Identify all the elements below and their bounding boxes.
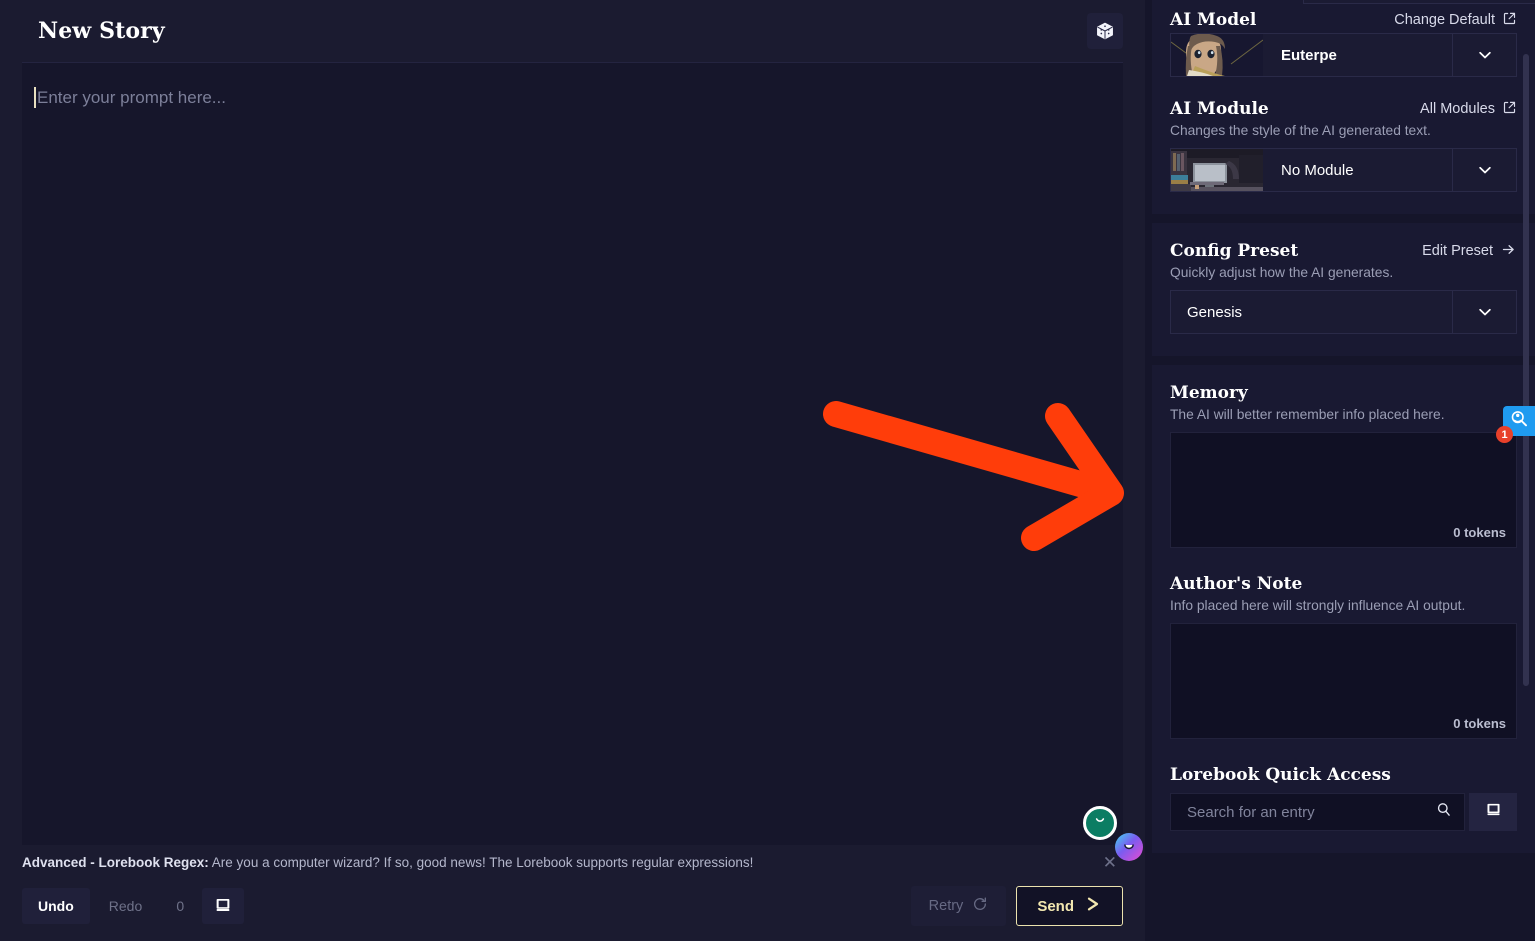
sidebar-scrollbar-thumb[interactable] [1523, 54, 1529, 686]
change-default-link[interactable]: Change Default [1394, 11, 1517, 30]
dice-button[interactable] [1087, 13, 1123, 49]
lorebook-search-placeholder: Search for an entry [1187, 803, 1315, 821]
page-title: New Story [38, 18, 165, 44]
external-link-icon [1502, 100, 1517, 119]
chevron-down-icon[interactable] [1452, 291, 1516, 333]
config-preset-header: Config Preset Edit Preset [1170, 241, 1517, 261]
dice-icon [1095, 21, 1115, 41]
ai-model-header: AI Model Change Default [1170, 10, 1517, 30]
search-icon[interactable] [1435, 801, 1452, 823]
chevron-down-icon[interactable] [1452, 34, 1516, 76]
book-icon [214, 896, 232, 917]
redo-button[interactable]: Redo [93, 888, 158, 924]
refresh-icon [972, 896, 988, 916]
config-preset-select[interactable]: Genesis [1170, 290, 1517, 334]
ai-model-title: AI Model [1170, 10, 1257, 30]
lorebook-search-input[interactable]: Search for an entry [1170, 793, 1465, 831]
tip-body: Are you a computer wizard? If so, good n… [208, 854, 754, 870]
all-modules-label: All Modules [1420, 101, 1495, 117]
editor-toolbar: Undo Redo 0 Retry Send [0, 879, 1145, 941]
ai-model-select[interactable]: Euterpe [1170, 33, 1517, 77]
model-panel: AI Model Change Default Euterpe AI Modul… [1152, 0, 1535, 214]
memory-title: Memory [1170, 383, 1248, 403]
authors-note-description: Info placed here will strongly influence… [1170, 598, 1466, 613]
lorebook-add-button[interactable] [1469, 793, 1517, 831]
send-arrow-icon [1084, 896, 1102, 916]
book-icon [1485, 801, 1502, 823]
memory-description: The AI will better remember info placed … [1170, 407, 1445, 422]
step-count: 0 [176, 898, 185, 914]
context-panel: Memory The AI will better remember info … [1152, 365, 1535, 853]
editor-header: New Story [0, 0, 1145, 62]
ai-module-title: AI Module [1170, 99, 1269, 119]
panel-divider [1152, 356, 1535, 365]
config-preset-panel: Config Preset Edit Preset Quickly adjust… [1152, 223, 1535, 356]
novelai-app: New Story Enter your prompt here... Adva… [0, 0, 1535, 941]
edit-preset-link[interactable]: Edit Preset [1422, 242, 1517, 261]
prompt-placeholder: Enter your prompt here... [37, 88, 226, 107]
retry-button[interactable]: Retry [910, 886, 1007, 926]
closed-eye-icon [1122, 838, 1136, 857]
avatar[interactable] [1083, 806, 1117, 840]
memory-input[interactable]: 0 tokens [1170, 432, 1517, 548]
config-preset-description: Quickly adjust how the AI generates. [1170, 265, 1394, 280]
ai-module-value: No Module [1281, 161, 1354, 179]
anime-portrait-thumbnail [1171, 34, 1263, 76]
change-default-label: Change Default [1394, 12, 1495, 28]
column-gutter [1145, 0, 1152, 941]
config-preset-title: Config Preset [1170, 241, 1299, 261]
send-button[interactable]: Send [1016, 886, 1123, 926]
smiling-face-icon [1092, 813, 1108, 834]
story-editor[interactable]: Enter your prompt here... [22, 62, 1123, 845]
panel-divider [1152, 214, 1535, 223]
ai-module-description: Changes the style of the AI generated te… [1170, 123, 1431, 138]
tip-label: Advanced - Lorebook Regex: [22, 854, 209, 870]
authors-note-token-count: 0 tokens [1453, 716, 1506, 731]
lorebook-quick-access-title: Lorebook Quick Access [1170, 765, 1391, 785]
all-modules-link[interactable]: All Modules [1420, 100, 1517, 119]
authors-note-input[interactable]: 0 tokens [1170, 623, 1517, 739]
edit-preset-label: Edit Preset [1422, 243, 1493, 259]
history-controls: Undo Redo 0 [22, 888, 245, 924]
memory-token-count: 0 tokens [1453, 525, 1506, 540]
config-preset-value: Genesis [1187, 303, 1243, 321]
lorebook-button[interactable] [202, 888, 245, 924]
prompt-area[interactable]: Enter your prompt here... [22, 63, 1123, 845]
lorebook-search-row: Search for an entry [1170, 793, 1517, 831]
settings-sidebar: AI Model Change Default Euterpe AI Modul… [1152, 0, 1535, 941]
chevron-down-icon[interactable] [1452, 149, 1516, 191]
generation-controls: Retry Send [910, 886, 1123, 926]
ai-module-select[interactable]: No Module [1170, 148, 1517, 192]
ai-model-value: Euterpe [1281, 46, 1337, 64]
send-label: Send [1037, 897, 1074, 915]
sidebar-scroll-content: AI Model Change Default Euterpe AI Modul… [1152, 0, 1535, 941]
partial-top-element [1303, 0, 1535, 4]
undo-button[interactable]: Undo [22, 888, 90, 924]
lorebook-search-badge: 1 [1496, 426, 1513, 443]
retry-label: Retry [928, 898, 964, 914]
authors-note-title: Author's Note [1170, 574, 1303, 594]
assistant-avatar[interactable] [1115, 833, 1143, 861]
desk-room-thumbnail [1171, 149, 1263, 191]
ai-module-header: AI Module All Modules [1170, 99, 1517, 119]
tip-message: Advanced - Lorebook Regex: Are you a com… [22, 855, 753, 870]
text-caret [34, 87, 36, 108]
external-link-icon [1502, 11, 1517, 30]
arrow-right-icon [1500, 242, 1517, 261]
editor-column: New Story Enter your prompt here... Adva… [0, 0, 1145, 941]
prompt-line: Enter your prompt here... [34, 85, 1105, 110]
tip-bar: Advanced - Lorebook Regex: Are you a com… [0, 845, 1145, 879]
